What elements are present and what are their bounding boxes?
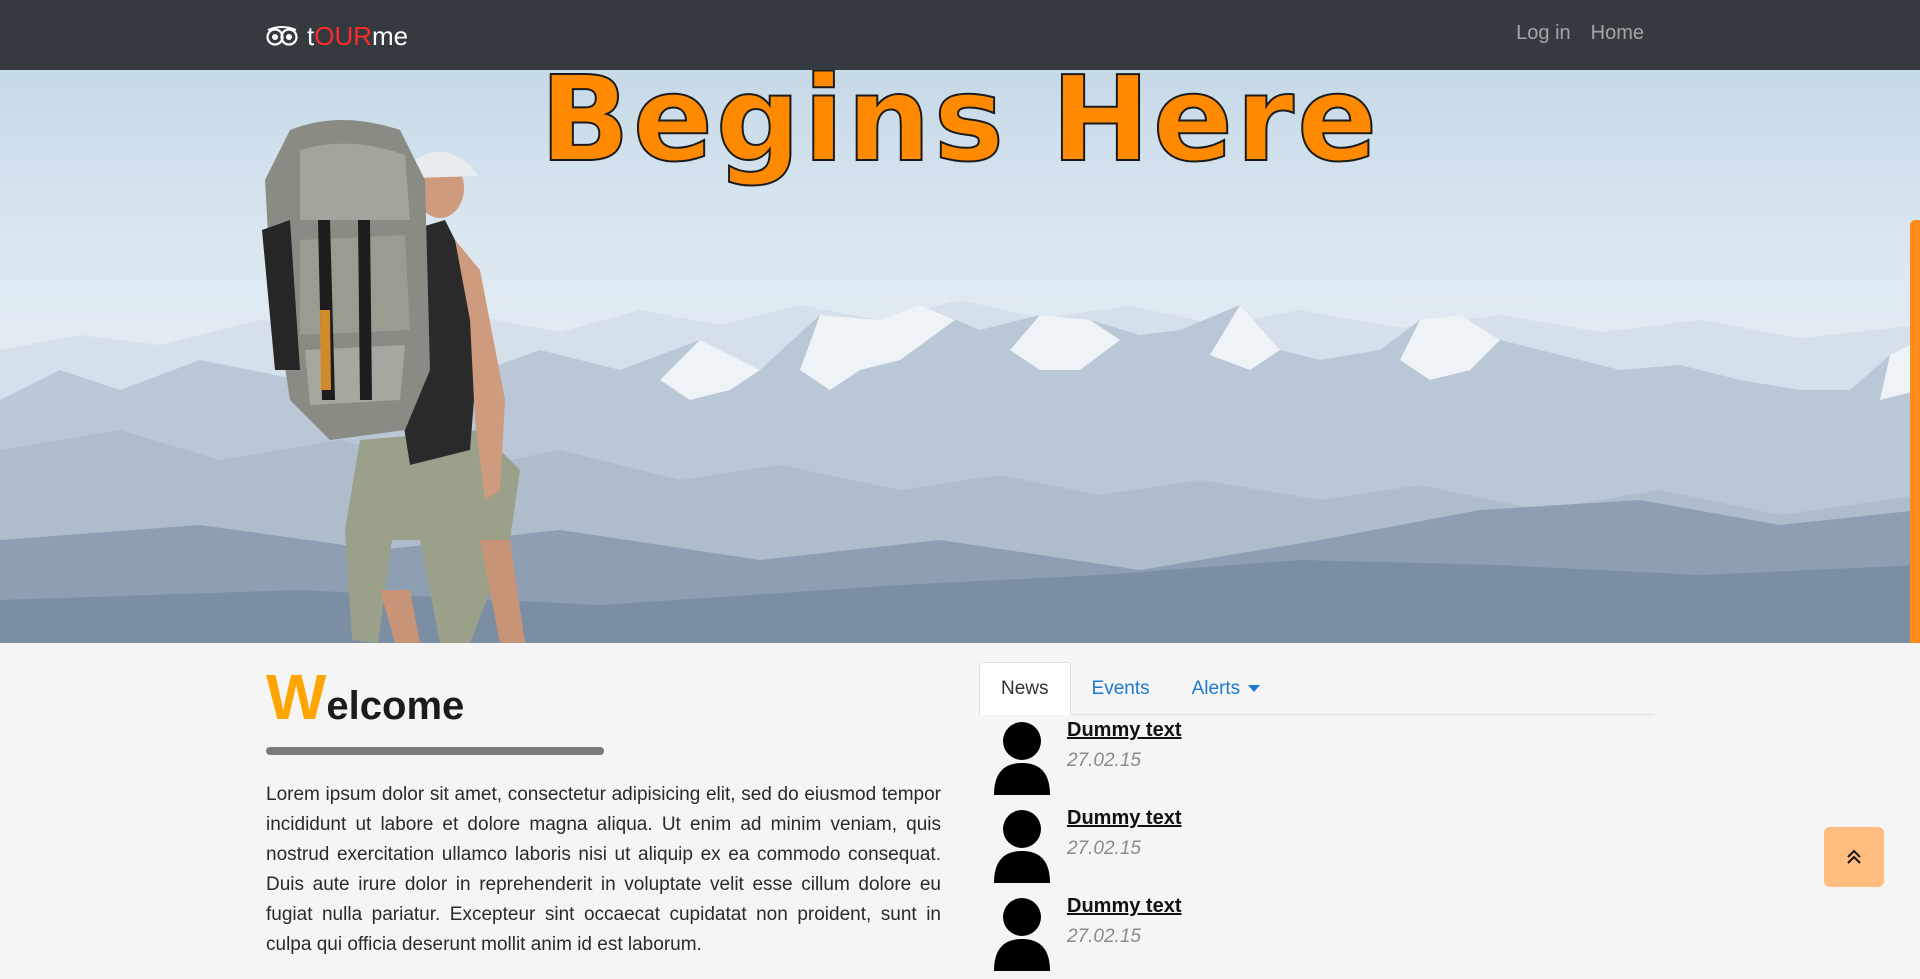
news-list: Dummy text 27.02.15 Dummy text 27.02.15 …	[979, 715, 1654, 979]
tab-bar: News Events Alerts	[979, 662, 1654, 715]
welcome-section: Welcome Lorem ipsum dolor sit amet, cons…	[266, 665, 941, 960]
news-title-link[interactable]: Dummy text	[1067, 719, 1181, 742]
list-item: Dummy text 27.02.15	[979, 803, 1654, 891]
welcome-heading: Welcome	[266, 665, 941, 729]
welcome-body-text: Lorem ipsum dolor sit amet, consectetur …	[266, 784, 941, 955]
tab-news-label: News	[1001, 677, 1049, 699]
heading-underline	[266, 747, 604, 755]
back-to-top-button[interactable]	[1824, 827, 1884, 887]
news-title-link[interactable]: Dummy text	[1067, 895, 1181, 918]
list-item: Dummy text 27.02.15	[979, 715, 1654, 803]
brand-text-suffix: me	[372, 20, 409, 51]
scroll-progress-bar	[1910, 220, 1920, 643]
welcome-rest: elcome	[326, 684, 465, 728]
brand-text-highlight: OUR	[314, 20, 373, 51]
owl-eyes-icon	[266, 26, 298, 46]
tab-events-label: Events	[1091, 677, 1150, 699]
caret-down-icon	[1248, 685, 1261, 692]
user-avatar-icon	[994, 810, 1050, 883]
login-link[interactable]: Log in	[1516, 22, 1571, 45]
double-chevron-up-icon	[1847, 849, 1861, 864]
news-title-link[interactable]: Dummy text	[1067, 807, 1181, 830]
news-date: 27.02.15	[1067, 750, 1141, 771]
welcome-first-letter: W	[266, 661, 327, 733]
tab-events[interactable]: Events	[1071, 662, 1171, 715]
brand-logo-link[interactable]: t OUR me	[266, 20, 408, 52]
tab-alerts-label: Alerts	[1191, 677, 1241, 699]
tab-alerts-dropdown[interactable]: Alerts	[1171, 662, 1282, 715]
news-tabs-section: News Events Alerts Dummy text 27.02.15 D…	[979, 662, 1654, 979]
user-avatar-icon	[994, 898, 1050, 971]
user-avatar-icon	[994, 722, 1050, 795]
news-date: 27.02.15	[1067, 926, 1141, 947]
list-item: Dummy text 27.02.15	[979, 891, 1654, 979]
brand-text-prefix: t	[307, 20, 315, 51]
news-date: 27.02.15	[1067, 838, 1141, 859]
hero-title: Begins Here	[539, 70, 1381, 189]
tab-news[interactable]: News	[979, 662, 1071, 715]
top-navbar: t OUR me Log in Home	[0, 0, 1920, 70]
home-link[interactable]: Home	[1591, 22, 1644, 45]
nav-links: Log in Home	[1516, 22, 1644, 45]
hero-banner: Begins Here	[0, 70, 1920, 643]
